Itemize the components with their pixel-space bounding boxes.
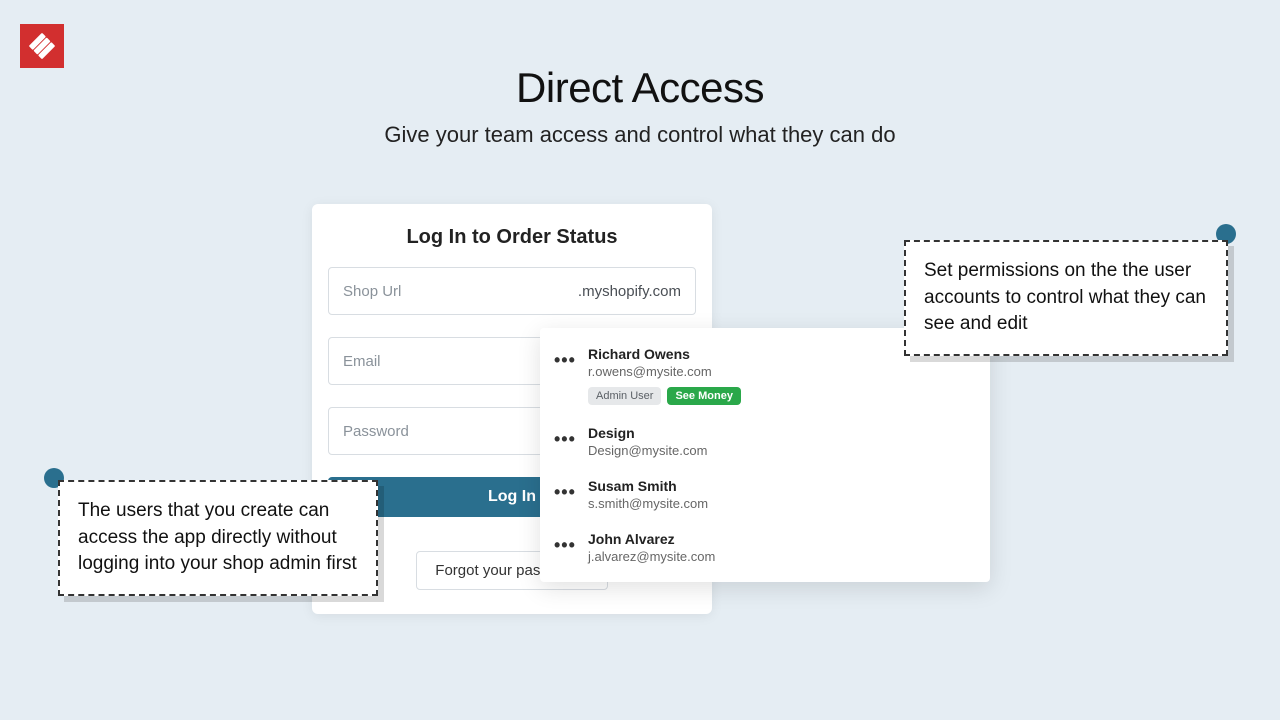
more-icon[interactable]: ••• — [554, 478, 588, 503]
more-icon[interactable]: ••• — [554, 531, 588, 556]
callout-left: The users that you create can access the… — [58, 480, 378, 596]
shop-url-field[interactable]: Shop Url .myshopify.com — [328, 267, 696, 315]
user-email: j.alvarez@mysite.com — [588, 549, 972, 564]
user-row: •••John Alvarez j.alvarez@mysite.com — [540, 521, 990, 574]
more-icon[interactable]: ••• — [554, 425, 588, 450]
user-name: Design — [588, 425, 972, 441]
user-badge: Admin User — [588, 387, 661, 405]
user-info: Design Design@mysite.com — [588, 425, 972, 458]
user-info: Susam Smith s.smith@mysite.com — [588, 478, 972, 511]
user-info: John Alvarez j.alvarez@mysite.com — [588, 531, 972, 564]
shop-url-suffix: .myshopify.com — [578, 283, 681, 300]
user-badge: See Money — [667, 387, 740, 405]
headline: Direct Access Give your team access and … — [0, 64, 1280, 148]
user-name: Susam Smith — [588, 478, 972, 494]
user-row: •••Design Design@mysite.com — [540, 415, 990, 468]
shop-url-label: Shop Url — [343, 283, 578, 300]
page-subtitle: Give your team access and control what t… — [0, 122, 1280, 148]
login-title: Log In to Order Status — [328, 226, 696, 249]
callout-right: Set permissions on the the user accounts… — [904, 240, 1228, 356]
app-logo — [20, 24, 64, 68]
user-row: •••Susam Smith s.smith@mysite.com — [540, 468, 990, 521]
more-icon[interactable]: ••• — [554, 346, 588, 371]
logo-icon — [27, 31, 57, 61]
page-title: Direct Access — [0, 64, 1280, 112]
user-name: John Alvarez — [588, 531, 972, 547]
user-email: Design@mysite.com — [588, 443, 972, 458]
user-badges: Admin User See Money — [588, 387, 972, 405]
user-email: r.owens@mysite.com — [588, 364, 972, 379]
user-email: s.smith@mysite.com — [588, 496, 972, 511]
users-list: •••Richard Owensr.owens@mysite.comAdmin … — [540, 328, 990, 582]
